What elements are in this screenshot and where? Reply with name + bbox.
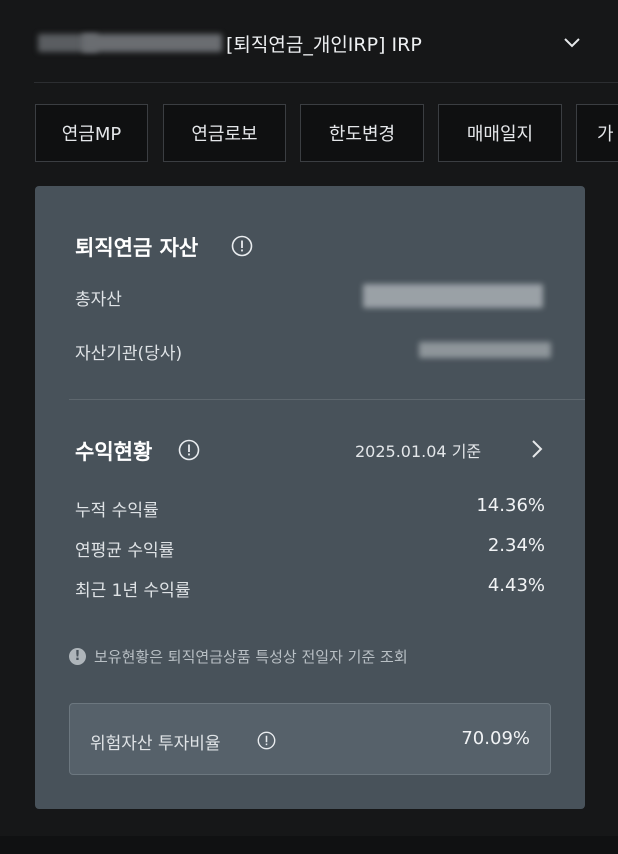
pension-asset-card: 퇴직연금 자산 총자산 자산기관(당사) 수익현황 2025.01.04 기준 … [35, 186, 585, 809]
menu-tabs: 연금MP 연금로보 한도변경 매매일지 가 [35, 104, 618, 164]
recent-year-return-label: 최근 1년 수익률 [75, 581, 191, 601]
tab-pension-mp[interactable]: 연금MP [35, 104, 148, 162]
account-title: [퇴직연금_개인IRP] IRP [226, 34, 422, 56]
section-divider [69, 399, 585, 400]
returns-title: 수익현황 [75, 440, 153, 464]
total-assets-label: 총자산 [75, 290, 122, 310]
tab-trade-journal[interactable]: 매매일지 [438, 104, 562, 162]
notice-text: 보유현황은 퇴직연금상품 특성상 전일자 기준 조회 [94, 648, 408, 666]
tab-label: 한도변경 [328, 124, 396, 145]
annual-return-label: 연평균 수익률 [75, 541, 175, 561]
institution-assets-value-redacted [419, 342, 551, 358]
returns-date: 2025.01.04 기준 [355, 442, 482, 461]
alert-icon: ! [69, 648, 86, 665]
tab-label: 가 [597, 124, 614, 145]
chevron-down-icon[interactable] [560, 30, 584, 54]
cumulative-return-label: 누적 수익률 [75, 501, 159, 521]
risk-ratio-value: 70.09% [461, 728, 530, 749]
tab-more[interactable]: 가 [576, 104, 618, 162]
tab-pension-robo[interactable]: 연금로보 [163, 104, 286, 162]
notice: ! 보유현황은 퇴직연금상품 특성상 전일자 기준 조회 [69, 646, 408, 667]
tab-label: 연금MP [61, 124, 122, 145]
info-icon[interactable] [178, 439, 200, 461]
chevron-right-icon[interactable] [527, 438, 547, 460]
info-icon[interactable] [231, 235, 253, 257]
institution-assets-label: 자산기관(당사) [75, 344, 183, 364]
annual-return-value: 2.34% [487, 535, 545, 556]
account-selector[interactable]: [퇴직연금_개인IRP] IRP [34, 14, 618, 72]
assets-title: 퇴직연금 자산 [75, 236, 199, 260]
account-number-redacted [82, 34, 222, 52]
header-divider [34, 82, 618, 83]
cumulative-return-value: 14.36% [476, 495, 545, 516]
tab-label: 매매일지 [466, 124, 534, 145]
total-assets-value-redacted [363, 284, 543, 308]
tab-label: 연금로보 [191, 124, 258, 145]
recent-year-return-value: 4.43% [487, 575, 545, 596]
risk-asset-ratio-box: 위험자산 투자비율 70.09% [69, 703, 551, 775]
tab-limit-change[interactable]: 한도변경 [300, 104, 424, 162]
info-icon[interactable] [257, 731, 276, 750]
bottom-bar [0, 836, 618, 854]
risk-ratio-label: 위험자산 투자비율 [90, 734, 221, 754]
